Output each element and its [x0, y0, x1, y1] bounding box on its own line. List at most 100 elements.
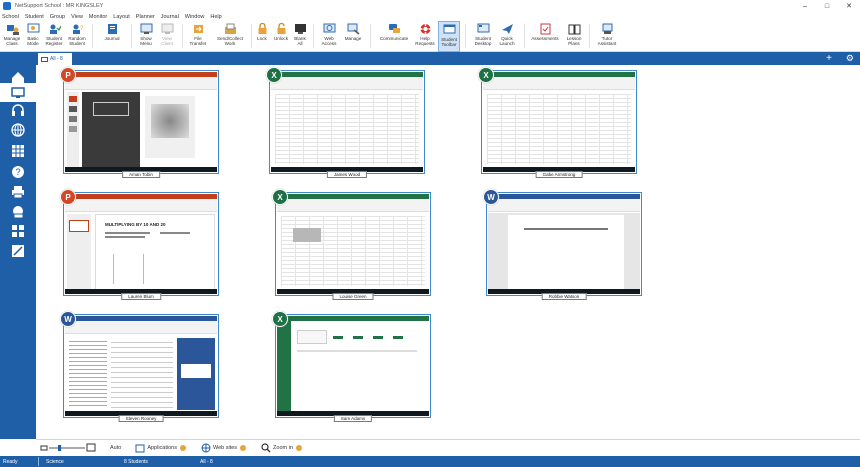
basic-mode-button[interactable]: Basic Mode: [24, 21, 42, 52]
student-thumbnail[interactable]: X James Wood: [266, 67, 425, 178]
ribbon-separator: [313, 24, 314, 48]
lifebuoy-icon: [418, 22, 432, 35]
show-menu-button[interactable]: Show Menu: [136, 21, 156, 52]
student-register-icon: [47, 22, 61, 35]
word-icon: W: [483, 189, 499, 205]
sidebar-item-audio[interactable]: [0, 100, 36, 119]
sidebar-item-print[interactable]: [0, 182, 36, 201]
student-name-label: James Wood: [326, 171, 368, 178]
help-requests-button[interactable]: Help Requests: [414, 21, 436, 52]
student-screen: [488, 194, 640, 294]
sidebar-item-apps[interactable]: [0, 141, 36, 160]
status-divider: [38, 457, 39, 466]
menu-layout[interactable]: Layout: [113, 14, 130, 20]
zoom-slider[interactable]: [48, 444, 86, 452]
student-thumbnail[interactable]: W Steven Rooney: [60, 311, 219, 422]
powerpoint-icon: P: [60, 189, 76, 205]
student-thumbnail[interactable]: X Louise Green: [272, 189, 431, 300]
student-desktop-icon: [476, 22, 490, 35]
tab-all-label: All - 8: [50, 56, 63, 62]
printer-icon: [12, 185, 24, 198]
close-icon[interactable]: ✕: [838, 0, 860, 12]
minimize-icon[interactable]: –: [794, 0, 816, 12]
student-thumbnail[interactable]: X Sam Adams: [272, 311, 431, 422]
bottom-toolbar: Auto Applications Web sites Zoom in: [36, 439, 860, 456]
menu-view[interactable]: View: [71, 14, 83, 20]
student-thumbnail[interactable]: W Robbie Watson: [483, 189, 642, 300]
sidebar-item-questions[interactable]: ?: [0, 162, 36, 181]
gear-icon[interactable]: ⚙: [846, 53, 854, 64]
unlock-button[interactable]: Unlock: [271, 21, 291, 52]
sidebar-item-survey[interactable]: [0, 221, 36, 240]
random-student-button[interactable]: ? Random Student: [66, 21, 88, 52]
menu-window[interactable]: Window: [185, 14, 205, 20]
excel-icon: X: [478, 67, 494, 83]
web-access-button[interactable]: Web Access: [318, 21, 340, 52]
journal-icon: [105, 22, 119, 35]
show-icon: [139, 22, 153, 35]
add-tab-icon[interactable]: +: [826, 53, 832, 64]
globe-icon: [201, 443, 211, 453]
tab-all[interactable]: All - 8: [38, 53, 72, 65]
journal-button[interactable]: Journal: [101, 21, 123, 52]
status-ready: Ready: [3, 458, 18, 465]
slide-heading: MULTIPLYING BY 10 AND 20: [105, 222, 166, 227]
menu-journal[interactable]: Journal: [161, 14, 179, 20]
menu-help[interactable]: Help: [210, 14, 221, 20]
tab-strip: All - 8 + ⚙: [0, 52, 860, 65]
sidebar-item-devices[interactable]: [0, 202, 36, 221]
websites-button[interactable]: Web sites: [201, 443, 247, 453]
student-thumbnail[interactable]: P MULTIPLYING BY 10 AND 20 Lauren Blum: [60, 189, 219, 300]
settings-icon: [240, 445, 247, 451]
zoom-in-button[interactable]: Zoom in: [261, 443, 303, 453]
menu-school[interactable]: School: [2, 14, 19, 20]
sidebar-item-web[interactable]: [0, 120, 36, 139]
student-thumbnail[interactable]: P Aman Tobin: [60, 67, 219, 178]
headphones-icon: [12, 103, 24, 116]
student-desktop-button[interactable]: Student Desktop: [471, 21, 495, 52]
quick-launch-icon: [500, 22, 514, 35]
ribbon-separator: [131, 24, 132, 48]
blank-all-button[interactable]: Blank All: [292, 21, 308, 52]
websites-label: Web sites: [213, 445, 238, 451]
excel-icon: X: [272, 189, 288, 205]
ribbon-separator: [370, 24, 371, 48]
manage-class-button[interactable]: Manage Class: [1, 21, 23, 52]
auto-button[interactable]: Auto: [110, 445, 121, 451]
menu-planner[interactable]: Planner: [136, 14, 155, 20]
menu-bar: School Student Group View Monitor Layout…: [0, 12, 228, 21]
student-toolbar-button[interactable]: Student Toolbar: [438, 21, 460, 52]
communicate-button[interactable]: Communicate: [376, 21, 412, 52]
menu-group[interactable]: Group: [50, 14, 65, 20]
student-name-label: Robbie Watson: [541, 293, 587, 300]
sidebar-item-tests[interactable]: [0, 241, 36, 260]
manage-icon: [346, 22, 360, 35]
communicate-icon: [387, 22, 401, 35]
window-controls: – □ ✕: [794, 0, 860, 12]
menu-monitor[interactable]: Monitor: [89, 14, 107, 20]
tutor-assistant-button[interactable]: Tutor Assistant: [594, 21, 620, 52]
maximize-icon[interactable]: □: [816, 0, 838, 12]
student-register-button[interactable]: Student Register: [43, 21, 65, 52]
apps-icon: [12, 144, 24, 157]
menu-student[interactable]: Student: [25, 14, 44, 20]
send-collect-work-button[interactable]: Send/Collect Work: [213, 21, 247, 52]
student-thumbnail[interactable]: X Gabe Armstrong: [478, 67, 637, 178]
ribbon-separator: [589, 24, 590, 48]
applications-button[interactable]: Applications: [135, 444, 187, 453]
manage-button[interactable]: Manage: [342, 21, 364, 52]
size-slider[interactable]: [40, 443, 96, 453]
student-name-label: Gabe Armstrong: [535, 171, 583, 178]
lock-button[interactable]: Lock: [254, 21, 270, 52]
assessments-button[interactable]: Assessments: [529, 21, 561, 52]
settings-icon: [295, 445, 302, 451]
send-collect-icon: [223, 22, 237, 35]
lesson-plans-icon: [567, 22, 581, 35]
lesson-plans-button[interactable]: Lesson Plans: [563, 21, 585, 52]
quick-launch-button[interactable]: Quick Launch: [496, 21, 518, 52]
random-student-icon: ?: [70, 22, 84, 35]
file-transfer-button[interactable]: File Transfer: [187, 21, 209, 52]
view-client-button[interactable]: View Client: [157, 21, 177, 52]
settings-icon: [180, 445, 186, 451]
ribbon-separator: [182, 24, 183, 48]
